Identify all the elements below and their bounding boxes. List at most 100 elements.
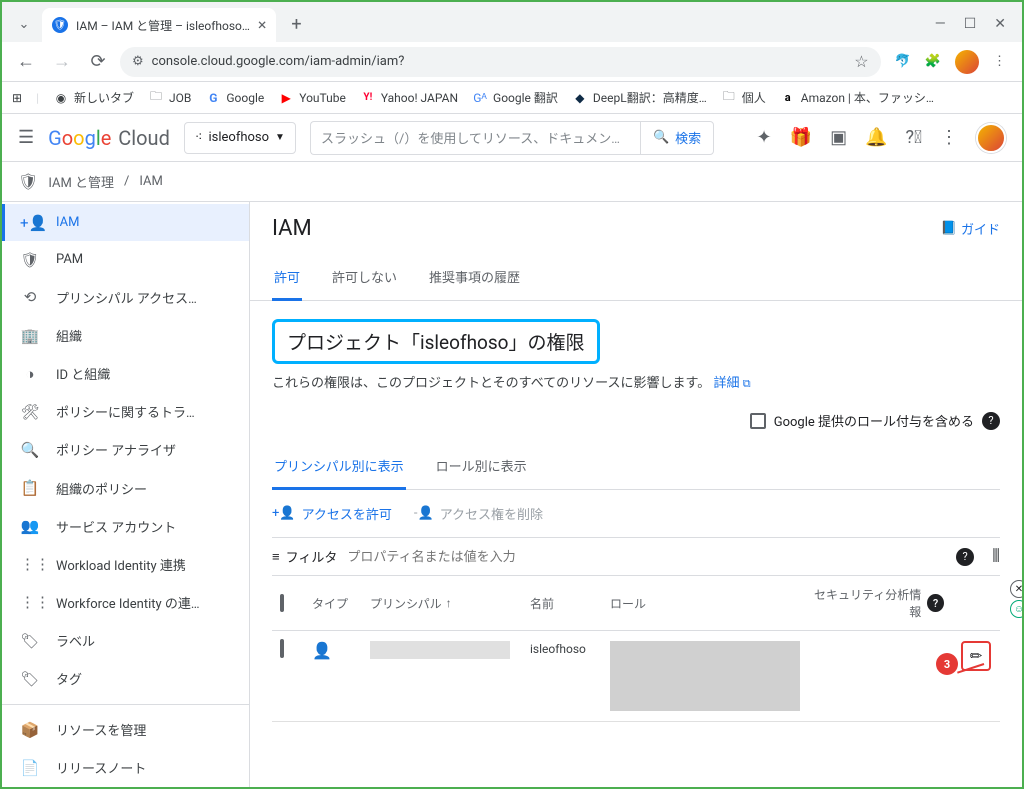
- sidebar-item-workload-identity[interactable]: ⋮⋮Workload Identity 連携: [2, 545, 249, 583]
- bookmark-personal[interactable]: 🗀個人: [721, 89, 766, 106]
- select-all-checkbox[interactable]: [280, 594, 284, 612]
- utilities-menu-icon[interactable]: ⋮: [940, 127, 958, 148]
- filter-help-icon[interactable]: ?: [956, 548, 974, 566]
- filter-input[interactable]: [347, 549, 946, 564]
- profile-avatar[interactable]: [955, 50, 979, 74]
- people-icon: 👥: [20, 517, 40, 535]
- bookmark-amazon[interactable]: aAmazon | 本、ファッシ…: [780, 89, 934, 106]
- table-row: 👤 isleofhoso ✏ 3: [272, 631, 1000, 722]
- apps-icon[interactable]: ⊞: [12, 91, 22, 105]
- browser-tab[interactable]: 🛡 IAM – IAM と管理 – isleofhoso… ×: [42, 8, 276, 42]
- gcp-logo[interactable]: Google Cloud: [48, 126, 170, 150]
- tab-close-icon[interactable]: ×: [258, 17, 267, 33]
- bookmark-star-icon[interactable]: ☆: [854, 52, 868, 71]
- back-button[interactable]: ←: [12, 48, 40, 76]
- col-security[interactable]: セキュリティ分析情報?: [810, 586, 952, 620]
- forward-button[interactable]: →: [48, 48, 76, 76]
- column-selector-icon[interactable]: ⦀: [992, 546, 1000, 567]
- sidebar-item-policy-analyzer[interactable]: 🔍ポリシー アナライザ: [2, 431, 249, 469]
- col-principal[interactable]: プリンシパル↑: [370, 595, 530, 612]
- sidebar-item-service-accounts[interactable]: 👥サービス アカウント: [2, 507, 249, 545]
- contrast-icon: ◑: [20, 365, 40, 383]
- account-avatar[interactable]: [976, 123, 1006, 153]
- person-add-icon: +👤: [272, 506, 296, 521]
- help-icon[interactable]: ?⃝: [906, 127, 923, 148]
- bookmark-google[interactable]: GGoogle: [205, 90, 264, 106]
- tab-deny[interactable]: 許可しない: [330, 255, 399, 300]
- site-info-icon[interactable]: ⚙: [132, 54, 144, 69]
- person-add-icon: +👤: [20, 214, 40, 232]
- tab-allow[interactable]: 許可: [272, 255, 302, 301]
- row-checkbox[interactable]: [280, 639, 284, 658]
- grant-access-button[interactable]: +👤アクセスを許可: [272, 504, 392, 523]
- sidebar: +👤IAM 🛡PAM ⟲プリンシパル アクセス… 🏢組織 ◑ID と組織 🛠ポリ…: [2, 202, 250, 787]
- dolphin-ext-icon[interactable]: 🐬: [895, 54, 911, 69]
- building-icon: 🏢: [20, 327, 40, 345]
- view-by-role[interactable]: ロール別に表示: [434, 444, 529, 489]
- sidebar-item-pam[interactable]: 🛡PAM: [2, 241, 249, 278]
- remove-access-button[interactable]: -👤アクセス権を削除: [414, 504, 543, 523]
- browser-menu-icon[interactable]: ⋮: [993, 54, 1006, 69]
- reload-button[interactable]: ⟳: [84, 48, 112, 76]
- sidebar-item-manage-resources[interactable]: 📦リソースを管理: [2, 711, 249, 749]
- help-tooltip-icon[interactable]: ?: [982, 412, 1000, 430]
- col-name[interactable]: 名前: [530, 595, 610, 612]
- sidebar-item-org[interactable]: 🏢組織: [2, 316, 249, 354]
- security-help-icon[interactable]: ?: [927, 594, 944, 612]
- sidebar-item-org-policies[interactable]: 📋組織のポリシー: [2, 469, 249, 507]
- maximize-icon[interactable]: ☐: [964, 16, 977, 32]
- breadcrumb-section[interactable]: IAM と管理: [48, 172, 114, 191]
- free-trial-icon[interactable]: 🎁: [790, 127, 812, 148]
- search-button[interactable]: 🔍検索: [640, 121, 714, 155]
- include-google-roles-checkbox[interactable]: [750, 413, 766, 429]
- gcp-header: ☰ Google Cloud ⁖ isleofhoso ▼ スラッシュ（/）を使…: [2, 114, 1022, 162]
- bookmark-yahoo[interactable]: Y!Yahoo! JAPAN: [360, 90, 458, 106]
- permissions-description: これらの権限は、このプロジェクトとそのすべてのリソースに影響します。 詳細 ⧉: [272, 372, 1000, 391]
- hamburger-menu-icon[interactable]: ☰: [18, 127, 34, 148]
- view-by-principal[interactable]: プリンシパル別に表示: [272, 444, 406, 490]
- details-link[interactable]: 詳細 ⧉: [713, 376, 750, 391]
- project-picker[interactable]: ⁖ isleofhoso ▼: [184, 122, 296, 154]
- breadcrumb: 🛡 IAM と管理 / IAM: [2, 162, 1022, 202]
- bookmark-youtube[interactable]: ▶YouTube: [278, 90, 346, 106]
- role-redacted: [610, 641, 800, 711]
- cloud-shell-icon[interactable]: ▣: [830, 127, 847, 148]
- bookmark-newtab[interactable]: ◉新しいタブ: [53, 89, 134, 106]
- callout-badge: 3: [936, 653, 958, 675]
- include-google-roles-label: Google 提供のロール付与を含める: [774, 411, 974, 430]
- bookmark-gtranslate[interactable]: GᴬGoogle 翻訳: [472, 89, 558, 106]
- view-tabs: プリンシパル別に表示 ロール別に表示: [272, 444, 1000, 490]
- principal-redacted: [370, 641, 510, 659]
- address-bar[interactable]: ⚙ console.cloud.google.com/iam-admin/iam…: [120, 47, 881, 77]
- guide-link[interactable]: 📘ガイド: [941, 219, 1000, 238]
- filter-icon: ≡: [272, 549, 280, 565]
- tag-icon: 🏷: [20, 670, 40, 688]
- bookmark-deepl[interactable]: ◆DeepL翻訳：高精度…: [572, 89, 707, 106]
- sidebar-item-iam[interactable]: +👤IAM: [2, 204, 249, 241]
- minimize-icon[interactable]: —: [935, 16, 946, 32]
- gemini-icon[interactable]: ✦: [757, 127, 772, 148]
- sidebar-item-principal-access[interactable]: ⟲プリンシパル アクセス…: [2, 278, 249, 316]
- col-role[interactable]: ロール: [610, 595, 810, 612]
- tab-recommendations[interactable]: 推奨事項の履歴: [427, 255, 522, 300]
- sidebar-item-tags[interactable]: 🏷タグ: [2, 660, 249, 698]
- sidebar-item-workforce-identity[interactable]: ⋮⋮Workforce Identity の連…: [2, 583, 249, 621]
- new-tab-button[interactable]: +: [282, 10, 310, 38]
- search-input[interactable]: スラッシュ（/）を使用してリソース、ドキュメン…: [310, 121, 640, 155]
- tab-list-dropdown[interactable]: ⌄: [10, 10, 38, 38]
- sidebar-item-policy-trouble[interactable]: 🛠ポリシーに関するトラ…: [2, 393, 249, 431]
- extensions-icon[interactable]: 🧩: [925, 54, 941, 69]
- sidebar-item-release-notes[interactable]: 📄リリースノート: [2, 749, 249, 787]
- page-title: IAM: [272, 216, 312, 241]
- bookmark-job[interactable]: 🗀JOB: [148, 90, 191, 106]
- float-close-icon[interactable]: ✕: [1010, 580, 1022, 598]
- close-window-icon[interactable]: ✕: [994, 16, 1006, 32]
- sidebar-item-labels[interactable]: 🏷ラベル: [2, 621, 249, 659]
- project-name: isleofhoso: [208, 130, 269, 145]
- col-type[interactable]: タイプ: [312, 595, 370, 612]
- pencil-icon: ✏: [970, 647, 983, 665]
- permissions-heading: プロジェクト「isleofhoso」の権限: [272, 319, 600, 364]
- float-feedback-icon[interactable]: ☺: [1010, 600, 1022, 618]
- sidebar-item-identity-org[interactable]: ◑ID と組織: [2, 355, 249, 393]
- notifications-icon[interactable]: 🔔: [865, 127, 887, 148]
